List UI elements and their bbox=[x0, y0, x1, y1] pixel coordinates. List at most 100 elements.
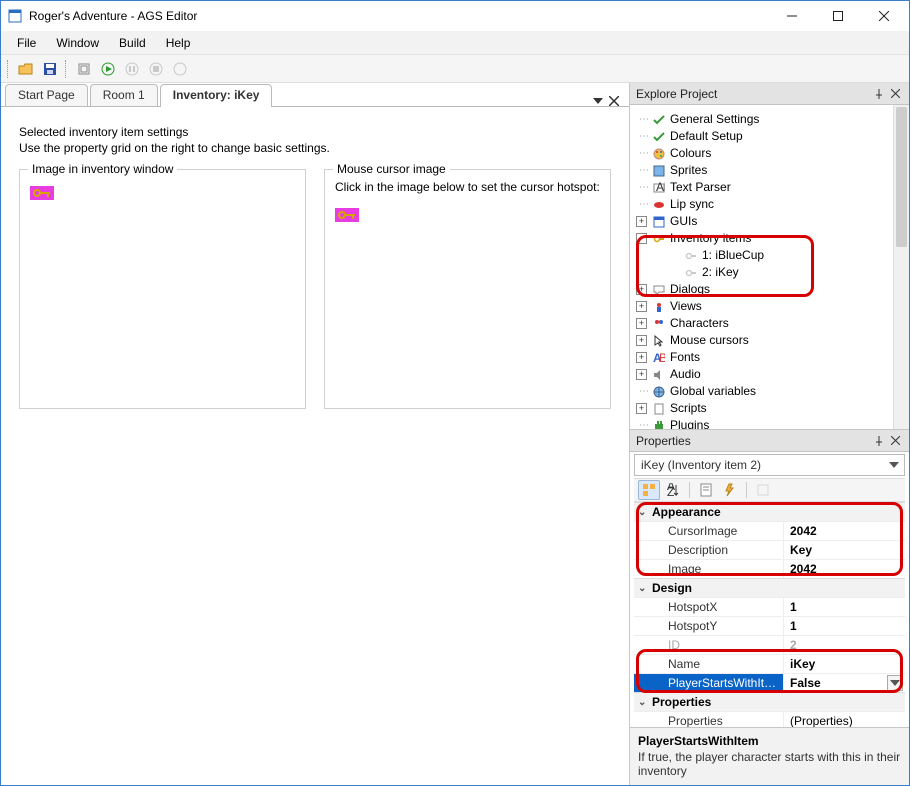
editor-heading: Selected inventory item settings bbox=[19, 125, 611, 139]
tree-text-parser[interactable]: ⋯AbText Parser bbox=[636, 179, 909, 196]
prop-hotspotx[interactable]: HotspotX1 bbox=[634, 597, 905, 616]
build-button[interactable] bbox=[73, 58, 95, 80]
pin-icon[interactable] bbox=[871, 86, 887, 102]
prop-properties[interactable]: Properties(Properties) bbox=[634, 711, 905, 727]
properties-header: Properties bbox=[630, 430, 909, 452]
chevron-down-icon[interactable] bbox=[887, 675, 903, 691]
tab-inventory-ikey[interactable]: Inventory: iKey bbox=[160, 84, 273, 107]
expand-icon[interactable]: + bbox=[636, 284, 647, 295]
panel-close-icon[interactable] bbox=[887, 433, 903, 449]
expand-icon[interactable]: + bbox=[636, 369, 647, 380]
speaker-icon bbox=[652, 368, 666, 382]
props-misc-button[interactable] bbox=[752, 480, 774, 500]
tree-general-settings[interactable]: ⋯General Settings bbox=[636, 111, 909, 128]
prop-image[interactable]: Image2042 bbox=[634, 559, 905, 578]
pin-icon[interactable] bbox=[871, 433, 887, 449]
tree-views[interactable]: +Views bbox=[636, 298, 909, 315]
tab-dropdown-icon[interactable] bbox=[593, 96, 603, 106]
prop-cursorimage[interactable]: CursorImage2042 bbox=[634, 521, 905, 540]
prop-id[interactable]: ID2 bbox=[634, 635, 905, 654]
category-design[interactable]: ⌄Design bbox=[634, 578, 905, 597]
app-window: Roger's Adventure - AGS Editor File Wind… bbox=[0, 0, 910, 786]
key-icon bbox=[684, 249, 698, 263]
inventory-image-group: Image in inventory window bbox=[19, 169, 306, 409]
open-button[interactable] bbox=[15, 58, 37, 80]
menu-help[interactable]: Help bbox=[156, 31, 201, 54]
events-button[interactable] bbox=[719, 480, 741, 500]
category-properties[interactable]: ⌄Properties bbox=[634, 692, 905, 711]
close-button[interactable] bbox=[861, 1, 907, 31]
alphabetical-button[interactable]: AZ bbox=[662, 480, 684, 500]
stop-button[interactable] bbox=[145, 58, 167, 80]
tree-fonts[interactable]: +ABFonts bbox=[636, 349, 909, 366]
prop-description[interactable]: DescriptionKey bbox=[634, 540, 905, 559]
svg-text:B: B bbox=[659, 352, 665, 364]
tree-lip-sync[interactable]: ⋯Lip sync bbox=[636, 196, 909, 213]
tree-audio[interactable]: +Audio bbox=[636, 366, 909, 383]
tree-characters[interactable]: +Characters bbox=[636, 315, 909, 332]
pause-button[interactable] bbox=[121, 58, 143, 80]
check-icon bbox=[652, 113, 666, 127]
person-icon bbox=[652, 300, 666, 314]
tree-colours[interactable]: ⋯Colours bbox=[636, 145, 909, 162]
app-icon bbox=[7, 8, 23, 24]
tree-plugins[interactable]: ⋯Plugins bbox=[636, 417, 909, 430]
tree-inv-ikey[interactable]: 2: iKey bbox=[636, 264, 909, 281]
tree-sprites[interactable]: ⋯Sprites bbox=[636, 162, 909, 179]
expand-icon[interactable]: + bbox=[636, 318, 647, 329]
key-icon bbox=[684, 266, 698, 280]
check-icon bbox=[652, 130, 666, 144]
window-icon bbox=[652, 215, 666, 229]
category-appearance[interactable]: ⌄Appearance bbox=[634, 502, 905, 521]
svg-text:Z: Z bbox=[667, 485, 674, 497]
expand-icon[interactable]: + bbox=[636, 352, 647, 363]
categorized-button[interactable] bbox=[638, 480, 660, 500]
tree-default-setup[interactable]: ⋯Default Setup bbox=[636, 128, 909, 145]
tree-inv-ibluecup[interactable]: 1: iBlueCup bbox=[636, 247, 909, 264]
inventory-sprite[interactable] bbox=[30, 186, 54, 200]
key-icon bbox=[652, 232, 666, 246]
properties-title: Properties bbox=[636, 434, 871, 448]
tab-room-1[interactable]: Room 1 bbox=[90, 84, 158, 106]
expand-icon[interactable]: + bbox=[636, 301, 647, 312]
step-button[interactable] bbox=[169, 58, 191, 80]
prop-hotspoty[interactable]: HotspotY1 bbox=[634, 616, 905, 635]
prop-playerstartswithitem[interactable]: PlayerStartsWithItemFalse bbox=[634, 673, 905, 692]
tree-global-vars[interactable]: ⋯Global variables bbox=[636, 383, 909, 400]
explore-title: Explore Project bbox=[636, 87, 871, 101]
prop-name[interactable]: NameiKey bbox=[634, 654, 905, 673]
tree-scripts[interactable]: +Scripts bbox=[636, 400, 909, 417]
sprite-icon bbox=[652, 164, 666, 178]
toolbar-grip bbox=[7, 60, 11, 78]
props-page-button[interactable] bbox=[695, 480, 717, 500]
tree-scrollbar[interactable] bbox=[893, 105, 909, 429]
tree-inventory-items[interactable]: −Inventory items bbox=[636, 230, 909, 247]
menu-window[interactable]: Window bbox=[46, 31, 109, 54]
menu-file[interactable]: File bbox=[7, 31, 46, 54]
minimize-button[interactable] bbox=[769, 1, 815, 31]
menu-build[interactable]: Build bbox=[109, 31, 156, 54]
chevron-down-icon[interactable] bbox=[886, 457, 902, 473]
project-tree[interactable]: ⋯General Settings ⋯Default Setup ⋯Colour… bbox=[630, 105, 909, 430]
tree-cursors[interactable]: +Mouse cursors bbox=[636, 332, 909, 349]
save-button[interactable] bbox=[39, 58, 61, 80]
properties-pane: iKey (Inventory item 2) AZ ⌄Appearance C… bbox=[630, 452, 909, 785]
property-grid[interactable]: ⌄Appearance CursorImage2042 DescriptionK… bbox=[630, 502, 909, 727]
run-button[interactable] bbox=[97, 58, 119, 80]
collapse-icon[interactable]: − bbox=[636, 233, 647, 244]
expand-icon[interactable]: + bbox=[636, 335, 647, 346]
properties-object-selector[interactable]: iKey (Inventory item 2) bbox=[634, 454, 905, 476]
globe-icon bbox=[652, 385, 666, 399]
tab-start-page[interactable]: Start Page bbox=[5, 84, 88, 106]
cursor-sprite[interactable] bbox=[335, 208, 359, 222]
tree-dialogs[interactable]: +Dialogs bbox=[636, 281, 909, 298]
cursor-image-group: Mouse cursor image Click in the image be… bbox=[324, 169, 611, 409]
window-title: Roger's Adventure - AGS Editor bbox=[29, 9, 769, 23]
expand-icon[interactable]: + bbox=[636, 216, 647, 227]
expand-icon[interactable]: + bbox=[636, 403, 647, 414]
maximize-button[interactable] bbox=[815, 1, 861, 31]
panel-close-icon[interactable] bbox=[887, 86, 903, 102]
tab-close-icon[interactable] bbox=[609, 96, 619, 106]
menubar: File Window Build Help bbox=[1, 31, 909, 55]
tree-guis[interactable]: +GUIs bbox=[636, 213, 909, 230]
